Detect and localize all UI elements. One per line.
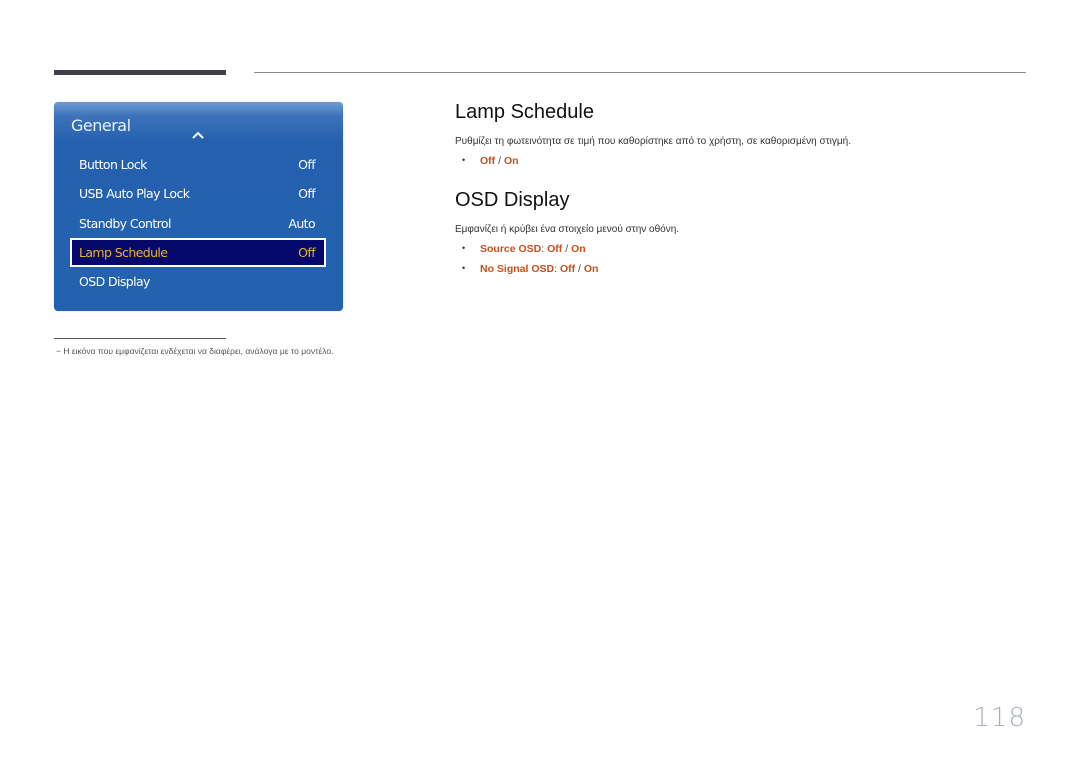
page-number: 118 (973, 703, 1026, 733)
menu-title: General (71, 116, 131, 135)
menu-item-lamp-schedule[interactable]: Lamp Schedule Off (70, 238, 326, 267)
section-description: Ρυθμίζει τη φωτεινότητα σε τιμή που καθο… (455, 136, 851, 147)
section-title-osd-display: OSD Display (455, 189, 570, 211)
menu-item-label: Standby Control (79, 216, 171, 231)
osd-menu-panel: General Button Lock Off USB Auto Play Lo… (54, 102, 343, 311)
section-title-lamp-schedule: Lamp Schedule (455, 101, 594, 123)
menu-item-value: Off (298, 186, 315, 201)
menu-item-label: Lamp Schedule (79, 245, 168, 260)
menu-item-osd-display[interactable]: OSD Display (70, 267, 326, 296)
bullet-icon: • (462, 263, 466, 273)
bullet-icon: • (462, 155, 466, 165)
menu-item-usb-auto-play-lock[interactable]: USB Auto Play Lock Off (70, 179, 326, 208)
menu-item-label: OSD Display (79, 274, 150, 289)
menu-item-value: Off (298, 157, 315, 172)
header-rule-thin (254, 72, 1026, 73)
option-on: On (503, 155, 519, 167)
option-off: Off (547, 243, 563, 255)
header-rule-thick (54, 70, 226, 75)
bullet-icon: • (462, 243, 466, 253)
menu-item-value: Auto (288, 216, 315, 231)
section-description: Εμφανίζει ή κρύβει ένα στοιχείο μενού στ… (455, 224, 680, 235)
footnote: − Η εικόνα που εμφανίζεται ενδέχεται να … (56, 346, 334, 356)
footnote-rule (54, 338, 226, 339)
menu-item-label: USB Auto Play Lock (79, 186, 190, 201)
menu-item-value: Off (298, 245, 315, 260)
menu-item-button-lock[interactable]: Button Lock Off (70, 150, 326, 179)
option-on: On (571, 243, 586, 255)
menu-item-standby-control[interactable]: Standby Control Auto (70, 209, 326, 238)
option-on: On (583, 263, 599, 275)
chevron-up-icon[interactable] (191, 130, 205, 140)
menu-item-label: Button Lock (79, 157, 147, 172)
option-off: Off (559, 263, 576, 275)
option-off: Off (480, 155, 496, 167)
